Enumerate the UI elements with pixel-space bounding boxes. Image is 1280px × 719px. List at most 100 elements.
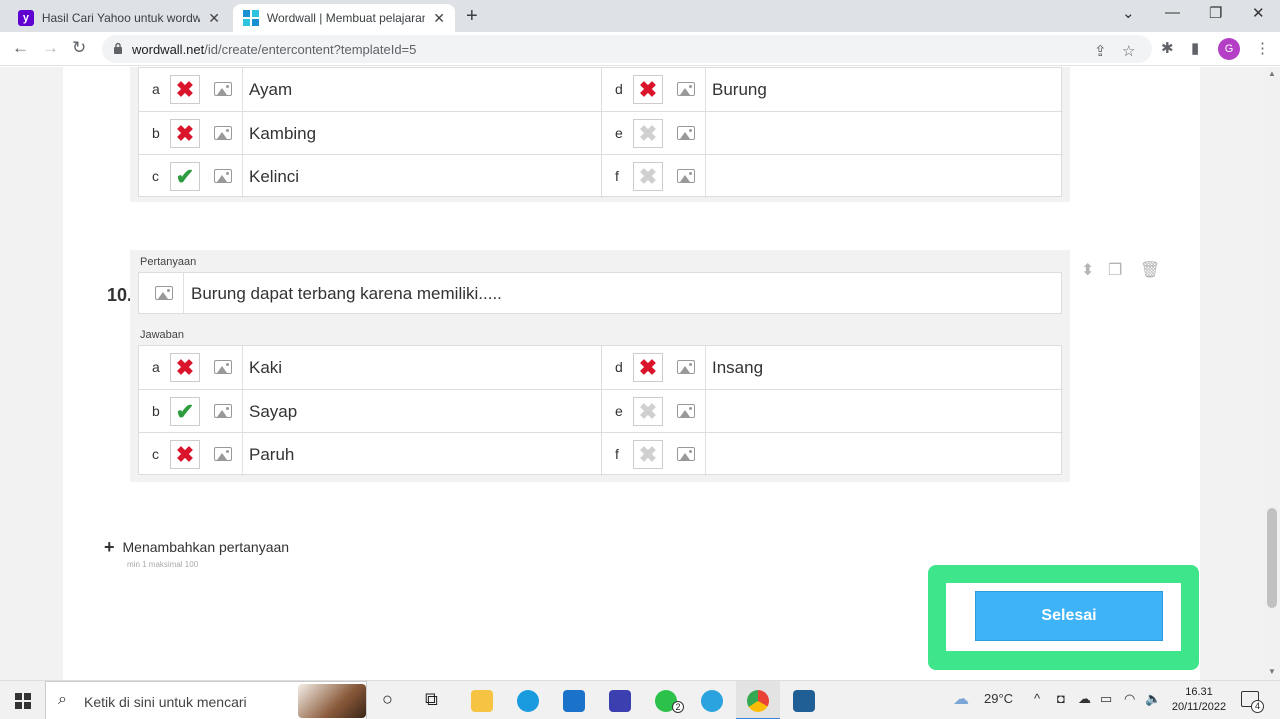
incorrect-toggle-icon[interactable]: ✖	[170, 75, 200, 104]
empty-toggle-icon[interactable]: ✖	[633, 119, 663, 148]
search-highlight-image	[298, 684, 366, 718]
correct-toggle-icon[interactable]: ✔	[170, 162, 200, 191]
empty-toggle-icon[interactable]: ✖	[633, 162, 663, 191]
page-scrollbar[interactable]: ▲ ▼	[1264, 67, 1280, 680]
reorder-icon[interactable]: ⬍	[1081, 260, 1094, 280]
answer-letter: e	[615, 403, 623, 419]
taskbar-search[interactable]: ⌕ Ketik di sini untuk mencari	[45, 681, 367, 719]
incorrect-toggle-icon[interactable]: ✖	[633, 353, 663, 382]
back-icon[interactable]: ←	[12, 38, 29, 58]
bookmark-star-icon[interactable]: ☆	[1122, 42, 1135, 60]
telegram-icon[interactable]	[701, 690, 723, 712]
add-image-icon[interactable]	[214, 404, 232, 418]
extensions-icon[interactable]: ✱	[1161, 39, 1174, 57]
duplicate-icon[interactable]: ❐	[1108, 260, 1122, 280]
weather-temp[interactable]: 29°C	[984, 691, 1013, 706]
forward-icon[interactable]: →	[42, 38, 59, 58]
volume-icon[interactable]: 🔈	[1145, 691, 1161, 707]
add-image-icon[interactable]	[155, 286, 173, 300]
whatsapp-badge: 2	[672, 701, 684, 713]
restore-icon[interactable]: ❐	[1209, 4, 1222, 22]
incorrect-toggle-icon[interactable]: ✖	[633, 75, 663, 104]
question-input[interactable]: Burung dapat terbang karena memiliki....…	[191, 284, 502, 304]
notification-count: 4	[1251, 700, 1264, 713]
answer-input[interactable]: Insang	[712, 358, 763, 378]
menu-kebab-icon[interactable]: ⋮	[1255, 39, 1270, 57]
address-bar[interactable]: wordwall.net/id/create/entercontent?temp…	[102, 35, 1152, 63]
app-icon[interactable]	[609, 690, 631, 712]
tab-search-chevron-icon[interactable]: ⌄	[1122, 4, 1135, 22]
question-block-9: a ✖ Ayam d ✖ Burung b ✖ Kambing e ✖ c ✔ …	[130, 67, 1070, 202]
share-icon[interactable]: ⇪	[1094, 42, 1107, 60]
add-image-icon[interactable]	[214, 82, 232, 96]
add-image-icon[interactable]	[214, 360, 232, 374]
tab-yahoo-search[interactable]: y Hasil Cari Yahoo untuk wordwall ✕	[8, 4, 230, 32]
battery-icon[interactable]: ▭	[1100, 691, 1112, 707]
answer-input[interactable]: Kambing	[249, 124, 316, 144]
incorrect-toggle-icon[interactable]: ✖	[170, 440, 200, 469]
answer-input[interactable]: Paruh	[249, 445, 294, 465]
close-window-icon[interactable]: ✕	[1252, 4, 1265, 22]
highlight-inner: Selesai	[946, 583, 1181, 651]
search-icon: ⌕	[58, 691, 67, 708]
empty-toggle-icon[interactable]: ✖	[633, 440, 663, 469]
answers-grid: a ✖ Ayam d ✖ Burung b ✖ Kambing e ✖ c ✔ …	[138, 67, 1063, 198]
windows-start-icon[interactable]	[15, 693, 31, 709]
add-image-icon[interactable]	[214, 126, 232, 140]
answer-input[interactable]: Burung	[712, 80, 767, 100]
mail-icon[interactable]	[563, 690, 585, 712]
new-tab-icon[interactable]: +	[466, 5, 478, 28]
close-tab-icon[interactable]: ✕	[433, 10, 445, 27]
add-image-icon[interactable]	[677, 447, 695, 461]
delete-trash-icon[interactable]: 🗑	[1140, 260, 1160, 280]
notification-icon[interactable]: 4	[1241, 691, 1264, 713]
answer-letter: e	[615, 125, 623, 141]
tray-chevron-icon[interactable]: ^	[1034, 691, 1040, 706]
minimize-icon[interactable]: —	[1165, 4, 1180, 21]
file-explorer-icon[interactable]	[471, 690, 493, 712]
add-image-icon[interactable]	[677, 360, 695, 374]
add-image-icon[interactable]	[677, 404, 695, 418]
add-image-icon[interactable]	[214, 447, 232, 461]
system-clock[interactable]: 16.31 20/11/2022	[1168, 685, 1230, 715]
answer-letter: b	[152, 403, 160, 419]
scroll-down-icon[interactable]: ▼	[1268, 667, 1276, 676]
empty-toggle-icon[interactable]: ✖	[633, 397, 663, 426]
profile-avatar[interactable]: G	[1218, 38, 1240, 60]
answer-input[interactable]: Sayap	[249, 402, 297, 422]
scrollbar-thumb[interactable]	[1267, 508, 1277, 608]
done-button[interactable]: Selesai	[975, 591, 1163, 641]
correct-toggle-icon[interactable]: ✔	[170, 397, 200, 426]
add-question-button[interactable]: + Menambahkan pertanyaan	[104, 537, 289, 558]
divider	[705, 112, 706, 155]
incorrect-toggle-icon[interactable]: ✖	[170, 119, 200, 148]
add-image-icon[interactable]	[677, 82, 695, 96]
tab-wordwall[interactable]: Wordwall | Membuat pelajaran yang ✕	[233, 4, 455, 32]
answer-input[interactable]: Ayam	[249, 80, 292, 100]
cortana-icon[interactable]: ○	[382, 689, 393, 710]
scroll-up-icon[interactable]: ▲	[1268, 69, 1276, 78]
weather-cloud-icon[interactable]: ☁	[953, 689, 969, 709]
close-tab-icon[interactable]: ✕	[208, 10, 220, 27]
photos-icon[interactable]	[793, 690, 815, 712]
answer-input[interactable]: Kelinci	[249, 167, 299, 187]
answer-letter: b	[152, 125, 160, 141]
incorrect-toggle-icon[interactable]: ✖	[170, 353, 200, 382]
answer-row: c ✔ Kelinci f ✖	[139, 154, 1063, 198]
answer-input[interactable]: Kaki	[249, 358, 282, 378]
add-image-icon[interactable]	[677, 126, 695, 140]
answer-cell-c: c ✔ Kelinci	[139, 155, 601, 198]
onedrive-icon[interactable]: ☁	[1078, 691, 1091, 707]
answer-cell-c: c ✖ Paruh	[139, 433, 601, 476]
task-view-icon[interactable]: ⧉	[425, 689, 438, 710]
side-panel-icon[interactable]: ▮	[1191, 39, 1199, 57]
meet-icon[interactable]: ◘	[1057, 691, 1065, 706]
reload-icon[interactable]: ↻	[72, 38, 86, 58]
add-image-icon[interactable]	[677, 169, 695, 183]
wifi-icon[interactable]: ◠	[1124, 691, 1135, 707]
add-image-icon[interactable]	[214, 169, 232, 183]
tab-title: Wordwall | Membuat pelajaran yang	[266, 11, 426, 25]
chrome-icon[interactable]	[747, 690, 769, 712]
edge-icon[interactable]	[517, 690, 539, 712]
answer-letter: a	[152, 359, 160, 375]
